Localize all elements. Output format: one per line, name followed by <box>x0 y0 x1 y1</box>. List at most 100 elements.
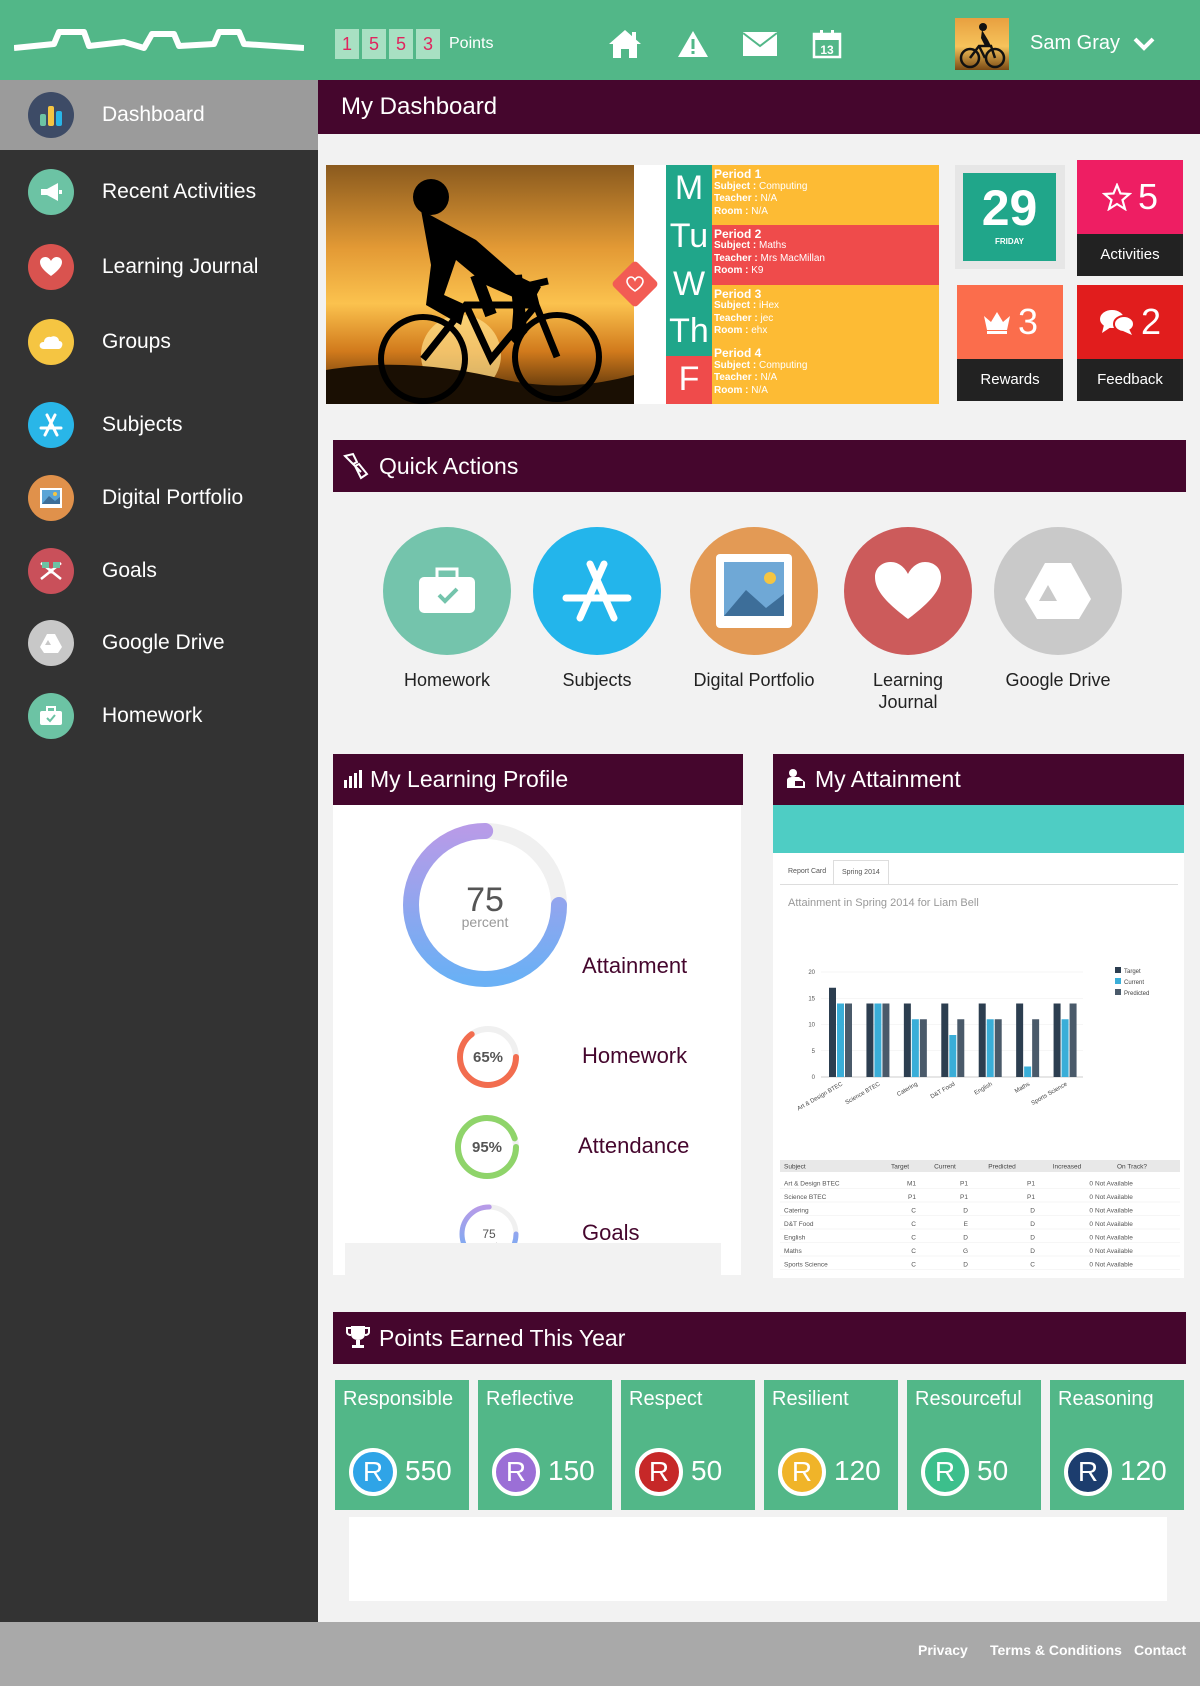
table-header-cell: Predicted <box>988 1164 1016 1171</box>
timetable-periods: Period 1 Subject : Computing Teacher : N… <box>712 165 939 404</box>
table-cell: D <box>1030 1248 1035 1255</box>
sidebar-item-groups[interactable]: Groups <box>0 307 318 377</box>
table-cell: 0 <box>1089 1248 1093 1255</box>
y-tick-label: 5 <box>812 1049 816 1055</box>
sidebar-item-google-drive[interactable]: Google Drive <box>0 608 318 678</box>
tab-spring-2014[interactable]: Spring 2014 <box>833 860 889 884</box>
stat-activities[interactable]: 5 Activities <box>1077 160 1183 276</box>
stat-label: Activities <box>1100 246 1160 263</box>
stat-feedback[interactable]: 2 Feedback <box>1077 285 1183 401</box>
points-card-resourceful[interactable]: Resourceful R 50 <box>907 1380 1041 1510</box>
quick-actions-header: Quick Actions <box>333 440 1186 492</box>
table-cell: D <box>963 1208 968 1215</box>
points-card-responsible[interactable]: Responsible R 550 <box>335 1380 469 1510</box>
attainment-banner <box>773 805 1184 853</box>
points-counter: 1 5 5 3 Points <box>335 29 493 59</box>
quick-action-google-drive[interactable]: Google Drive <box>994 527 1122 691</box>
table-cell: 0 <box>1089 1235 1093 1242</box>
bar <box>829 987 836 1077</box>
legend-swatch <box>1115 967 1121 973</box>
tab-report-card[interactable]: Report Card <box>780 860 834 884</box>
learning-profile-footer <box>345 1243 721 1277</box>
bar <box>903 1003 911 1077</box>
legend-label: Target <box>1124 969 1141 975</box>
avatar[interactable] <box>955 18 1009 70</box>
sidebar-item-label: Groups <box>102 330 171 353</box>
r-badge-icon: R <box>1064 1448 1112 1496</box>
points-digit: 5 <box>362 29 386 59</box>
sidebar-item-goals[interactable]: Goals <box>0 536 318 606</box>
period-entry[interactable]: Period 3 Subject : iHex Teacher : jec Ro… <box>712 284 939 345</box>
period-field-label: Subject : <box>714 300 757 311</box>
table-cell: D <box>1030 1235 1035 1242</box>
app-store-icon <box>28 402 74 448</box>
day-label[interactable]: W <box>666 260 712 309</box>
chevron-down-icon[interactable] <box>1132 34 1156 54</box>
table-cell: 0 <box>1089 1181 1093 1188</box>
crown-icon <box>983 312 1010 334</box>
quick-action-digital-portfolio[interactable]: Digital Portfolio <box>690 527 818 691</box>
attendance-label: Attendance <box>578 1133 690 1158</box>
stat-rewards[interactable]: 3 Rewards <box>957 285 1063 401</box>
sidebar-item-label: Learning Journal <box>102 255 259 278</box>
attainment-label: Attainment <box>582 953 688 978</box>
quick-action-homework[interactable]: Homework <box>383 527 511 691</box>
table-cell: Maths <box>784 1248 802 1255</box>
bar <box>1061 1019 1069 1077</box>
footer-link-contact[interactable]: Contact <box>1134 1642 1186 1658</box>
heart-icon <box>844 527 972 655</box>
reader-icon <box>787 769 805 788</box>
sidebar-item-subjects[interactable]: Subjects <box>0 390 318 460</box>
day-label[interactable]: F <box>666 356 712 404</box>
sidebar-item-label: Subjects <box>102 413 183 436</box>
sidebar-item-recent-activities[interactable]: Recent Activities <box>0 157 318 227</box>
heart-icon[interactable] <box>610 259 660 309</box>
legend-label: Predicted <box>1124 991 1149 997</box>
calendar-icon[interactable]: 13 <box>807 26 847 62</box>
table-cell: P1 <box>1027 1194 1035 1201</box>
home-icon[interactable] <box>605 26 645 62</box>
quick-action-subjects[interactable]: Subjects <box>533 527 661 691</box>
day-label[interactable]: Tu <box>666 212 712 261</box>
sidebar-item-dashboard[interactable]: Dashboard <box>0 80 318 150</box>
sidebar-item-digital-portfolio[interactable]: Digital Portfolio <box>0 463 318 533</box>
points-card-reflective[interactable]: Reflective R 150 <box>478 1380 612 1510</box>
period-entry[interactable]: Period 2 Subject : Maths Teacher : Mrs M… <box>712 224 939 285</box>
table-cell: Science BTEC <box>784 1194 827 1201</box>
logo[interactable] <box>14 22 304 62</box>
day-label[interactable]: M <box>666 165 712 213</box>
bar <box>882 1003 890 1077</box>
x-tick-label: Catering <box>896 1082 919 1099</box>
bar <box>957 1019 965 1077</box>
table-header-cell: On Track? <box>1117 1164 1147 1171</box>
period-entry[interactable]: Period 1 Subject : Computing Teacher : N… <box>712 165 939 225</box>
bar <box>1032 1019 1040 1077</box>
period-room: ehx <box>751 325 768 336</box>
legend-swatch <box>1115 978 1121 984</box>
learning-profile-header: My Learning Profile <box>333 754 743 805</box>
sidebar-item-homework[interactable]: Homework <box>0 681 318 751</box>
chart-icon <box>28 92 74 138</box>
alert-icon[interactable] <box>673 26 713 62</box>
period-entry[interactable]: Period 4 Subject : Computing Teacher : N… <box>712 344 939 404</box>
table-cell: 0 <box>1089 1208 1093 1215</box>
x-tick-label: Science BTEC <box>845 1081 882 1106</box>
attendance-value: 95% <box>472 1139 502 1156</box>
r-badge-icon: R <box>778 1448 826 1496</box>
x-tick-label: Maths <box>1014 1082 1031 1095</box>
sidebar: Dashboard Recent Activities Learning Jou… <box>0 80 318 1622</box>
points-card-resilient[interactable]: Resilient R 120 <box>764 1380 898 1510</box>
quick-action-learning-journal[interactable]: Learning Journal <box>844 527 972 713</box>
sidebar-item-learning-journal[interactable]: Learning Journal <box>0 232 318 302</box>
footer-link-privacy[interactable]: Privacy <box>918 1642 968 1658</box>
goal-flags-icon <box>28 548 74 594</box>
points-card-reasoning[interactable]: Reasoning R 120 <box>1050 1380 1184 1510</box>
footer-link-terms[interactable]: Terms & Conditions <box>990 1642 1122 1658</box>
day-label[interactable]: Th <box>666 308 712 357</box>
table-cell: Sports Science <box>784 1262 828 1269</box>
mail-icon[interactable] <box>740 26 780 62</box>
drive-icon <box>994 527 1122 655</box>
points-card-respect[interactable]: Respect R 50 <box>621 1380 755 1510</box>
table-cell: Not Available <box>1095 1262 1133 1269</box>
user-name[interactable]: Sam Gray <box>1030 32 1120 55</box>
